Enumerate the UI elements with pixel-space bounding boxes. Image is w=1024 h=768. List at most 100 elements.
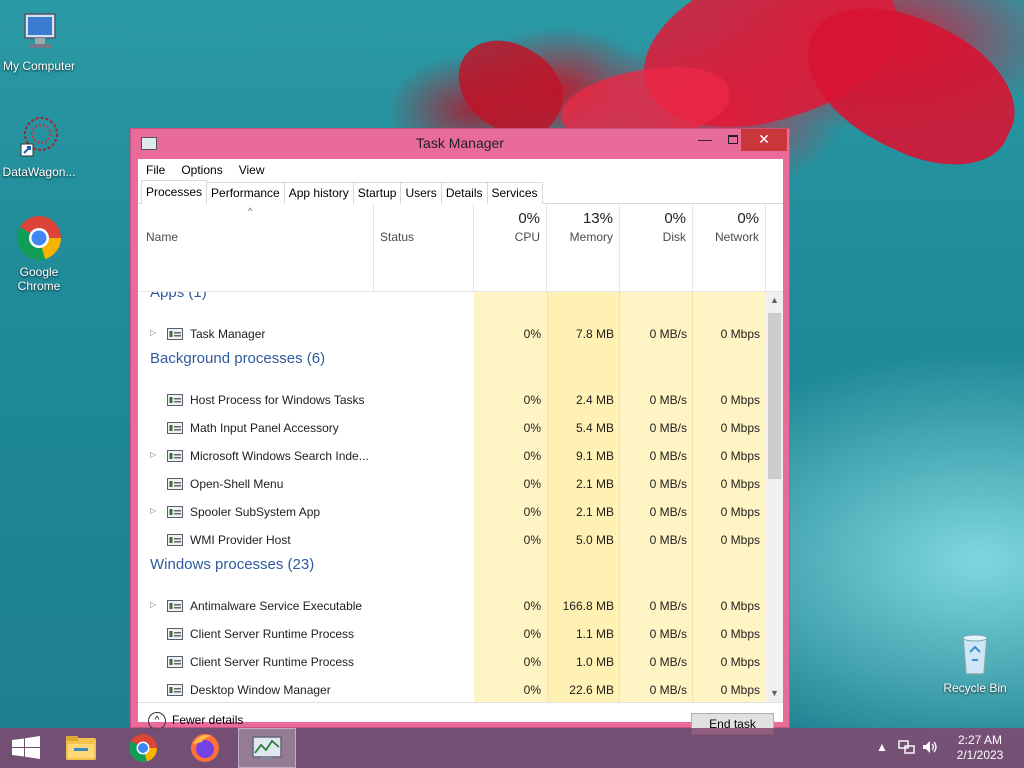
desktop-icon-google-chrome[interactable]: Google Chrome <box>0 214 81 293</box>
process-disk: 0 MB/s <box>649 449 687 463</box>
sort-ascending-icon: ^ <box>248 206 253 216</box>
process-cpu: 0% <box>523 393 541 407</box>
process-memory: 22.6 MB <box>569 683 614 697</box>
process-row[interactable]: Client Server Runtime Process 0% 1.0 MB 0 M… <box>138 648 766 676</box>
taskbar-firefox[interactable] <box>178 728 232 768</box>
expand-arrow-icon[interactable]: ▷ <box>150 506 156 515</box>
tab-services[interactable]: Services <box>486 182 543 204</box>
process-row[interactable]: WMI Provider Host 0% 5.0 MB 0 MB/s 0 Mbps <box>138 526 766 554</box>
tab-processes[interactable]: Processes <box>141 180 208 204</box>
show-hidden-icons-icon[interactable]: ▲ <box>876 740 888 768</box>
title-bar[interactable]: Task Manager — ✕ <box>131 129 789 159</box>
taskbar-chrome[interactable] <box>116 728 170 768</box>
taskbar: ▲ 2:27 AM 2/1/2023 <box>0 728 1024 768</box>
firefox-icon <box>191 734 219 762</box>
process-memory: 5.0 MB <box>575 533 614 547</box>
network-total: 0% <box>737 210 759 227</box>
process-disk: 0 MB/s <box>649 327 687 341</box>
process-memory: 9.1 MB <box>575 449 614 463</box>
process-network: 0 Mbps <box>720 627 760 641</box>
disk-label: Disk <box>662 230 686 244</box>
menu-view[interactable]: View <box>231 163 273 177</box>
process-row[interactable]: Host Process for Windows Tasks 0% 2.4 MB 0 … <box>138 386 766 414</box>
scroll-up-icon[interactable]: ▲ <box>766 292 783 309</box>
desktop-icon-datawagon[interactable]: DataWagon... <box>0 114 81 179</box>
process-row[interactable]: ▷ Antimalware Service Executable 0% 166.8 M… <box>138 592 766 620</box>
tab-startup[interactable]: Startup <box>352 182 402 204</box>
desktop-icon-recycle-bin[interactable]: Recycle Bin <box>933 630 1017 695</box>
process-list: Apps (1) ▷ Task Manager 0% 7.8 MB 0 MB/s 0 Mbp… <box>138 292 766 702</box>
column-header-cpu[interactable]: 0% CPU <box>474 204 547 292</box>
tab-app-history[interactable]: App history <box>283 182 354 204</box>
process-icon <box>167 655 183 669</box>
process-row[interactable]: Open-Shell Menu 0% 2.1 MB 0 MB/s 0 Mbps <box>138 470 766 498</box>
start-button[interactable] <box>0 728 54 768</box>
recycle-bin-icon <box>951 630 999 678</box>
process-name: Microsoft Windows Search Inde... <box>190 449 369 463</box>
process-network: 0 Mbps <box>720 421 760 435</box>
tab-performance[interactable]: Performance <box>206 182 285 204</box>
process-row[interactable]: Client Server Runtime Process 0% 1.1 MB 0 M… <box>138 620 766 648</box>
column-status-label: Status <box>380 230 415 244</box>
column-header-status[interactable]: Status <box>374 204 474 292</box>
close-button[interactable]: ✕ <box>741 129 787 151</box>
chrome-icon <box>15 214 63 262</box>
taskbar-task-manager[interactable] <box>238 728 296 768</box>
menu-options[interactable]: Options <box>173 163 230 177</box>
process-name: Host Process for Windows Tasks <box>190 393 365 407</box>
expand-arrow-icon[interactable]: ▷ <box>150 328 156 337</box>
network-icon[interactable] <box>898 739 916 768</box>
process-row[interactable]: ▷ Microsoft Windows Search Inde... 0% 9.1 M… <box>138 442 766 470</box>
process-disk: 0 MB/s <box>649 533 687 547</box>
desktop-icon-label: DataWagon... <box>2 165 76 179</box>
tab-users[interactable]: Users <box>400 182 442 204</box>
minimize-button[interactable]: — <box>691 129 719 151</box>
vertical-scrollbar[interactable]: ▲ ▼ <box>766 292 783 702</box>
expand-arrow-icon[interactable]: ▷ <box>150 600 156 609</box>
group-heading[interactable]: Windows processes (23) <box>150 556 314 573</box>
process-name: WMI Provider Host <box>190 533 291 547</box>
scrollbar-thumb[interactable] <box>768 313 781 479</box>
process-cpu: 0% <box>523 655 541 669</box>
process-cpu: 0% <box>523 449 541 463</box>
taskbar-clock[interactable]: 2:27 AM 2/1/2023 <box>940 733 1020 763</box>
column-header-row: ^ Name Status 0% CPU 13% Memory 0% Disk … <box>138 204 783 292</box>
memory-total: 13% <box>582 210 613 227</box>
column-header-memory[interactable]: 13% Memory <box>547 204 620 292</box>
process-memory: 2.1 MB <box>575 505 614 519</box>
group-heading[interactable]: Background processes (6) <box>150 350 325 367</box>
cpu-total: 0% <box>518 210 540 227</box>
volume-icon[interactable] <box>921 739 939 768</box>
process-row[interactable]: Desktop Window Manager 0% 22.6 MB 0 MB/s 0 M… <box>138 676 766 702</box>
process-icon <box>167 599 183 613</box>
expand-arrow-icon[interactable]: ▷ <box>150 450 156 459</box>
clock-time: 2:27 AM <box>957 733 1003 747</box>
menu-bar: File Options View <box>138 159 783 181</box>
process-name: Math Input Panel Accessory <box>190 421 339 435</box>
process-name: Task Manager <box>190 327 266 341</box>
datawagon-icon <box>15 114 63 162</box>
window-footer: ^ Fewer details End task <box>138 702 783 735</box>
column-header-network[interactable]: 0% Network <box>693 204 766 292</box>
tab-details[interactable]: Details <box>440 182 488 204</box>
process-icon <box>167 683 183 697</box>
column-header-name[interactable]: ^ Name <box>138 204 374 292</box>
desktop-icon-label: Google Chrome <box>17 265 61 293</box>
process-row[interactable]: Math Input Panel Accessory 0% 5.4 MB 0 MB/s… <box>138 414 766 442</box>
scroll-down-icon[interactable]: ▼ <box>766 685 783 702</box>
desktop-icon-my-computer[interactable]: My Computer <box>0 8 81 73</box>
group-heading[interactable]: Apps (1) <box>150 292 207 301</box>
taskbar-file-explorer[interactable] <box>54 728 108 768</box>
column-header-disk[interactable]: 0% Disk <box>620 204 693 292</box>
process-row[interactable]: ▷ Spooler SubSystem App 0% 2.1 MB 0 MB/s 0 Mb… <box>138 498 766 526</box>
process-network: 0 Mbps <box>720 327 760 341</box>
process-network: 0 Mbps <box>720 655 760 669</box>
network-label: Network <box>714 230 759 244</box>
process-icon <box>167 393 183 407</box>
math-input-icon <box>167 421 183 435</box>
process-cpu: 0% <box>523 477 541 491</box>
task-manager-window[interactable]: Task Manager — ✕ File Options View Proce… <box>130 128 790 735</box>
menu-file[interactable]: File <box>138 163 173 177</box>
process-memory: 1.0 MB <box>575 655 614 669</box>
process-row[interactable]: ▷ Task Manager 0% 7.8 MB 0 MB/s 0 Mbps <box>138 320 766 348</box>
